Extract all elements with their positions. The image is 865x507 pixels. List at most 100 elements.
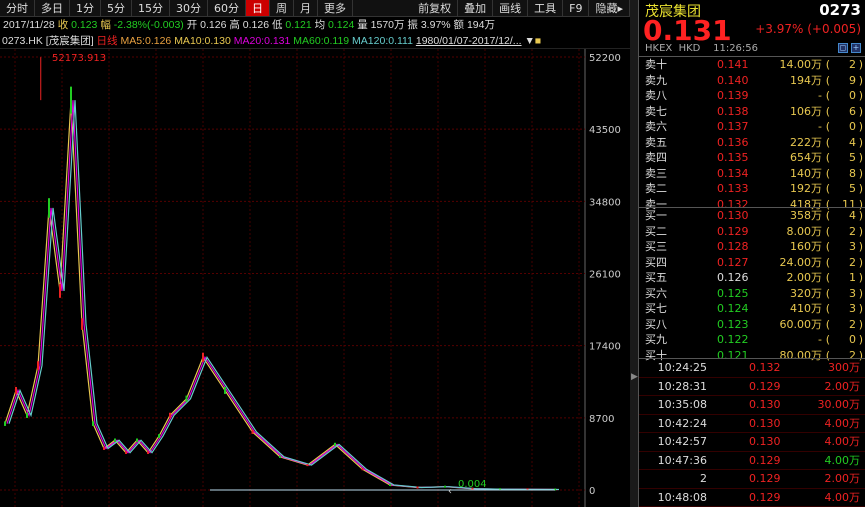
level-volume: 8.00万: [786, 224, 823, 238]
level-count: 9: [849, 73, 856, 87]
alarm-icon[interactable]: ◻: [838, 43, 848, 53]
tick-time: 10:48:08: [657, 490, 707, 504]
level-price: 0.125: [717, 286, 749, 300]
date-range-link[interactable]: 1980/01/07-2017/12/...: [416, 35, 522, 47]
period-tab[interactable]: 15分: [132, 0, 170, 16]
asks-row[interactable]: 卖七 0.138 106万(6): [639, 104, 865, 120]
candle: [103, 447, 105, 450]
candle: [334, 442, 336, 446]
level-price: 0.126: [717, 271, 749, 284]
paren-close: ): [858, 255, 863, 269]
tick-row: 10:42:57 0.130 4.00万: [639, 433, 865, 452]
period-tab[interactable]: 分时: [0, 0, 35, 16]
tool-button[interactable]: 前复权: [412, 0, 459, 16]
price-chart[interactable]: 52200 43500 34800 26100 17400 8700 0 52173.913 0…: [0, 49, 630, 507]
asks-row[interactable]: 卖六 0.137 -(0): [639, 119, 865, 135]
vol-value: 1570万: [370, 19, 405, 31]
tick-row: 10:24:25 0.132 300万: [639, 359, 865, 378]
period-tab[interactable]: 日: [246, 0, 270, 16]
candle: [114, 438, 116, 442]
paren-open: (: [825, 166, 830, 180]
asks-row[interactable]: 卖十 0.141 14.00万(2): [639, 57, 865, 73]
level-label: 卖二: [645, 182, 667, 195]
asks-row[interactable]: 卖三 0.134 140万(8): [639, 166, 865, 182]
period-tab[interactable]: 周: [270, 0, 294, 16]
panel-splitter[interactable]: ▶: [630, 0, 638, 507]
tool-button[interactable]: 画线: [493, 0, 529, 16]
level-label: 卖十: [645, 58, 667, 71]
bids-row[interactable]: 买八 0.123 60.00万(2): [639, 317, 865, 333]
y-tick-label: 8700: [589, 414, 614, 425]
dropdown-triangle-icon[interactable]: ▼: [524, 35, 534, 47]
bids-row[interactable]: 买二 0.129 8.00万(2): [639, 224, 865, 240]
add-icon[interactable]: +: [851, 43, 861, 53]
asks-row[interactable]: 卖五 0.136 222万(4): [639, 135, 865, 151]
high-label: 高: [229, 19, 240, 31]
paren-open: (: [825, 104, 830, 118]
asks-row[interactable]: 卖四 0.135 654万(5): [639, 150, 865, 166]
candle: [81, 318, 83, 330]
avg-value: 0.124: [328, 19, 355, 31]
level-label: 卖六: [645, 120, 667, 133]
collapse-arrow-icon[interactable]: ▶: [631, 372, 638, 382]
paren-close: ): [858, 182, 863, 195]
level-label: 卖八: [645, 89, 667, 102]
level-count: 2: [849, 317, 856, 331]
period-tab[interactable]: 5分: [101, 0, 132, 16]
level-count: 0: [849, 120, 856, 133]
tool-button[interactable]: 隐藏▸: [589, 0, 630, 16]
paren-open: (: [825, 271, 830, 284]
ma-legend: 0273.HK [茂宸集团] 日线 MA5:0.126 MA10:0.130 M…: [0, 34, 630, 49]
period-tab[interactable]: 30分: [170, 0, 208, 16]
level-count: 8: [849, 166, 856, 180]
level-label: 卖九: [645, 73, 667, 87]
bids-row[interactable]: 买九 0.122 -(0): [639, 332, 865, 348]
level-count: 2: [849, 255, 856, 269]
tick-row: 10:47:36 0.129 4.00万: [639, 452, 865, 470]
close-value: 0.123: [71, 19, 98, 31]
level-label: 买一: [645, 209, 667, 222]
paren-close: ): [858, 58, 863, 71]
lock-icon[interactable]: ■: [535, 35, 541, 47]
period-tab[interactable]: 多日: [35, 0, 70, 16]
paren-close: ): [858, 317, 863, 331]
period-tab[interactable]: 更多: [318, 0, 353, 16]
period-tab[interactable]: 60分: [208, 0, 246, 16]
tool-button[interactable]: 叠加: [458, 0, 494, 16]
min-price-label: 0.004: [458, 479, 487, 490]
asks-row[interactable]: 卖八 0.139 -(0): [639, 88, 865, 104]
paren-close: ): [858, 271, 863, 284]
bids-row[interactable]: 买三 0.128 160万(3): [639, 239, 865, 255]
bids-row[interactable]: 买四 0.127 24.00万(2): [639, 255, 865, 271]
paren-open: (: [825, 286, 830, 300]
asks-row[interactable]: 卖二 0.133 192万(5): [639, 181, 865, 197]
y-tick-label: 0: [589, 486, 595, 497]
candle: [136, 438, 138, 442]
tool-button[interactable]: 工具: [528, 0, 564, 16]
price-series-line: [6, 100, 558, 491]
bids-row[interactable]: 买七 0.124 410万(3): [639, 301, 865, 317]
tick-volume: 4.00万: [824, 416, 861, 430]
level-volume: 60.00万: [779, 317, 823, 331]
tick-price: 0.130: [749, 435, 781, 448]
chart-type[interactable]: 日线: [97, 35, 118, 47]
level-volume: 24.00万: [779, 255, 823, 269]
level-volume: -: [818, 120, 822, 133]
bids-row[interactable]: 买五 0.126 2.00万(1): [639, 270, 865, 286]
period-tab[interactable]: 1分: [70, 0, 101, 16]
period-tab[interactable]: 月: [294, 0, 318, 16]
level-price: 0.122: [717, 333, 749, 346]
bids-row[interactable]: 买一 0.130 358万(4): [639, 208, 865, 224]
tool-button[interactable]: F9: [563, 0, 590, 16]
tick-row: 10:35:08 0.130 30.00万: [639, 396, 865, 415]
candle: [389, 484, 391, 487]
tick-price: 0.132: [749, 361, 781, 374]
asks-row[interactable]: 卖九 0.140 194万(9): [639, 73, 865, 89]
open-label: 开: [186, 19, 198, 31]
level-count: 6: [849, 104, 856, 118]
bids-row[interactable]: 买六 0.125 320万(3): [639, 286, 865, 302]
paren-close: ): [858, 135, 863, 149]
candle: [125, 451, 127, 454]
level-price: 0.129: [717, 224, 749, 238]
level-volume: 160万: [790, 240, 822, 253]
